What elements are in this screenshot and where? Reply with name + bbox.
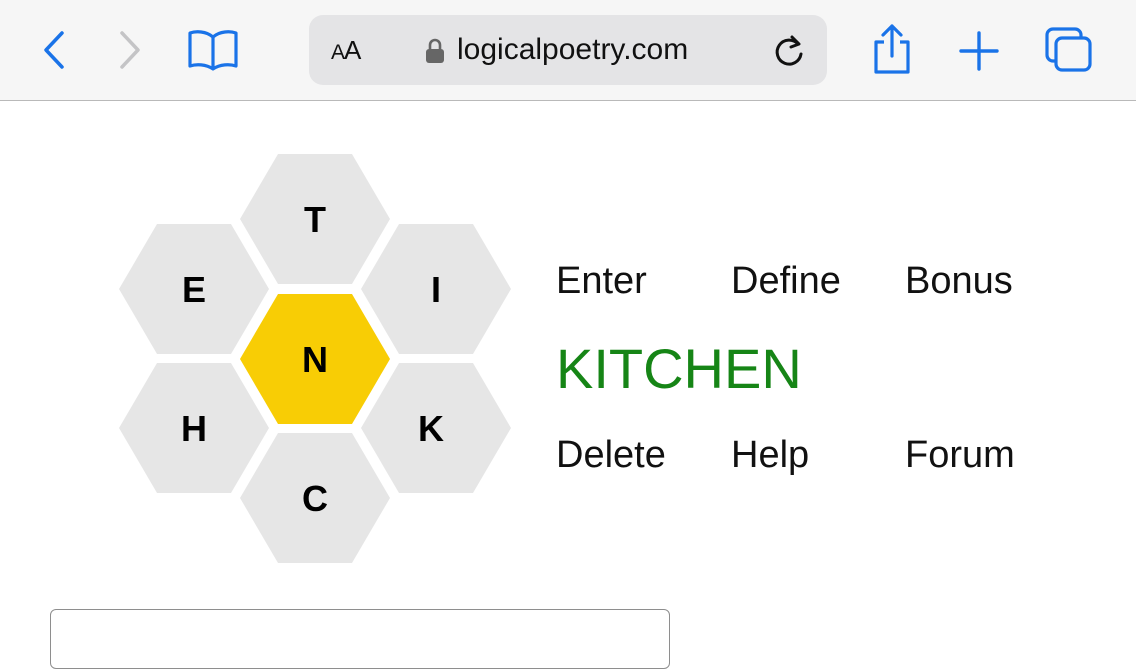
enter-button[interactable]: Enter (556, 259, 647, 303)
hive-cell-bottom[interactable]: C (240, 433, 390, 563)
hive-cell-lower-right[interactable]: K (361, 363, 511, 493)
hive-center-letter: N (302, 339, 328, 380)
delete-button[interactable]: Delete (556, 433, 666, 477)
letter-hive: T I K C H E N (119, 154, 511, 563)
help-button[interactable]: Help (731, 433, 809, 477)
hive-letter: H (181, 408, 207, 449)
hive-letter: K (418, 408, 444, 449)
hive-letter: C (302, 478, 328, 519)
word-input[interactable] (50, 609, 670, 669)
hive-cell-upper-right[interactable]: I (361, 224, 511, 354)
forum-button[interactable]: Forum (905, 433, 1015, 477)
define-button[interactable]: Define (731, 259, 841, 303)
hive-cell-center[interactable]: N (240, 294, 390, 424)
bonus-button[interactable]: Bonus (905, 259, 1013, 303)
hive-cell-lower-left[interactable]: H (119, 363, 269, 493)
hive-letter: T (304, 199, 326, 240)
hive-letter: I (431, 269, 441, 310)
hive-cell-upper-left[interactable]: E (119, 224, 269, 354)
hive-letter: E (182, 269, 206, 310)
hive-cell-top[interactable]: T (240, 154, 390, 284)
current-word: KITCHEN (556, 337, 802, 400)
